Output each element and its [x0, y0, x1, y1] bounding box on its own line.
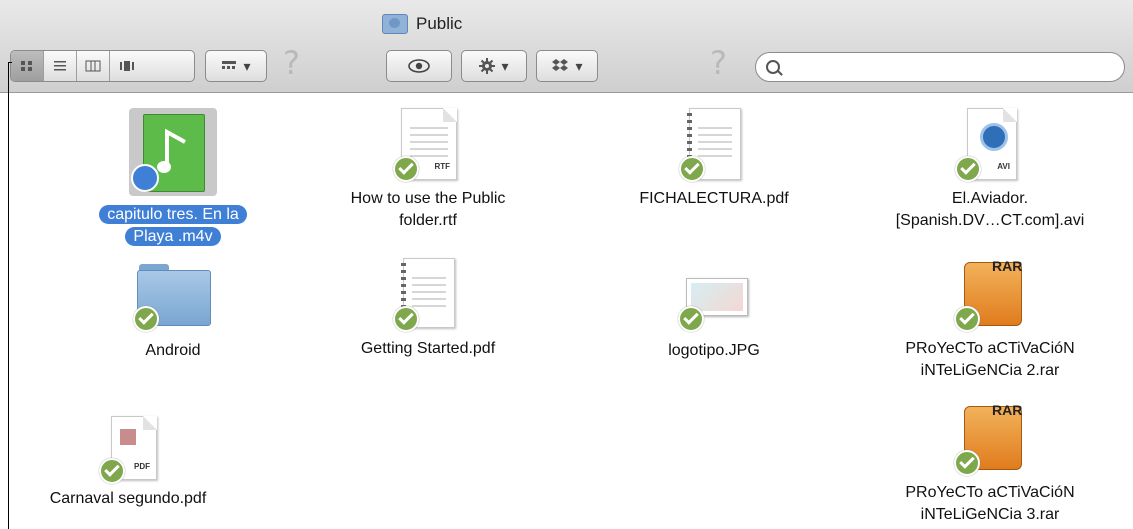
sync-check-icon	[955, 156, 981, 182]
file-name: Android	[145, 342, 201, 359]
quicktime-avi-icon: AVI	[955, 106, 1025, 182]
chevron-down-icon: ▾	[243, 57, 251, 74]
icon-view-button[interactable]	[11, 51, 44, 81]
file-name: PRoYeCTo aCTiVaCióN iNTeLiGeNCia 2.rar	[905, 340, 1075, 379]
image-file-icon	[678, 272, 750, 332]
icon-grid-icon	[21, 61, 32, 71]
action-button[interactable]: ▾	[461, 50, 527, 82]
file-name: FICHALECTURA.pdf	[639, 190, 789, 207]
rtf-document-icon: RTF	[393, 106, 463, 182]
sync-icon	[131, 164, 159, 192]
sync-check-icon	[393, 306, 419, 332]
music-file-icon	[129, 108, 217, 196]
help-icon[interactable]: ?	[283, 44, 300, 82]
gear-icon	[479, 58, 496, 74]
columns-icon	[85, 60, 101, 72]
sync-check-icon	[954, 306, 980, 332]
column-view-button[interactable]	[77, 51, 110, 81]
view-mode-selector	[10, 50, 195, 82]
file-name: capitulo tres. En la Playa .m4v	[58, 204, 288, 248]
dropbox-icon	[552, 59, 569, 71]
window-title-text: Public	[416, 14, 463, 33]
rar-archive-icon: RAR	[952, 400, 1028, 476]
public-folder-icon	[382, 14, 408, 34]
sync-check-icon	[678, 306, 704, 332]
arrange-button[interactable]: ▾	[205, 50, 267, 82]
folder-icon	[133, 262, 213, 332]
file-item[interactable]: RAR PRoYeCTo aCTiVaCióN iNTeLiGeNCia 2.ra…	[875, 256, 1105, 382]
file-item[interactable]: Android	[58, 262, 288, 362]
search-input[interactable]	[788, 57, 1112, 79]
pdf-document-icon: PDF	[93, 414, 163, 484]
coverflow-icon	[119, 61, 134, 71]
eye-icon	[408, 59, 430, 73]
sync-check-icon	[133, 306, 159, 332]
sync-check-icon	[99, 458, 125, 484]
window-edge	[8, 62, 12, 529]
list-view-button[interactable]	[44, 51, 77, 81]
file-name: El.Aviador. [Spanish.DV…CT.com].avi	[895, 190, 1085, 229]
search-field[interactable]	[755, 52, 1125, 82]
help-icon[interactable]: ?	[710, 44, 727, 82]
file-item[interactable]: PDF Carnaval segundo.pdf	[13, 414, 243, 510]
chevron-down-icon: ▾	[501, 57, 509, 74]
file-item[interactable]: FICHALECTURA.pdf	[599, 106, 829, 210]
file-item[interactable]: RAR PRoYeCTo aCTiVaCióN iNTeLiGeNCia 3.ra…	[875, 400, 1105, 526]
file-item[interactable]: RTF How to use the Public folder.rtf	[313, 106, 543, 232]
sync-check-icon	[679, 156, 705, 182]
arrange-grid-icon	[222, 61, 237, 69]
file-name: PRoYeCTo aCTiVaCióN iNTeLiGeNCia 3.rar	[905, 484, 1075, 523]
file-item[interactable]: logotipo.JPG	[599, 272, 829, 362]
finder-toolbar: Public ▾ ? ▾ ▾ ?	[0, 0, 1133, 93]
file-item[interactable]: capitulo tres. En la Playa .m4v	[58, 108, 288, 248]
sync-check-icon	[954, 450, 980, 476]
rar-archive-icon: RAR	[952, 256, 1028, 332]
file-item[interactable]: Getting Started.pdf	[313, 256, 543, 360]
search-icon	[766, 60, 780, 74]
dropbox-button[interactable]: ▾	[536, 50, 598, 82]
pdf-document-icon	[679, 106, 749, 182]
sync-check-icon	[393, 156, 419, 182]
file-item[interactable]: AVI El.Aviador. [Spanish.DV…CT.com].avi	[875, 106, 1105, 232]
file-name: logotipo.JPG	[668, 342, 760, 359]
pdf-document-icon	[393, 256, 463, 332]
file-name: How to use the Public folder.rtf	[350, 190, 506, 229]
file-name: Carnaval segundo.pdf	[49, 490, 207, 507]
file-name: Getting Started.pdf	[360, 340, 496, 357]
list-icon	[54, 61, 66, 71]
window-title: Public	[382, 14, 462, 34]
chevron-down-icon: ▾	[575, 57, 583, 74]
quick-look-button[interactable]	[386, 50, 452, 82]
coverflow-view-button[interactable]	[110, 51, 143, 81]
